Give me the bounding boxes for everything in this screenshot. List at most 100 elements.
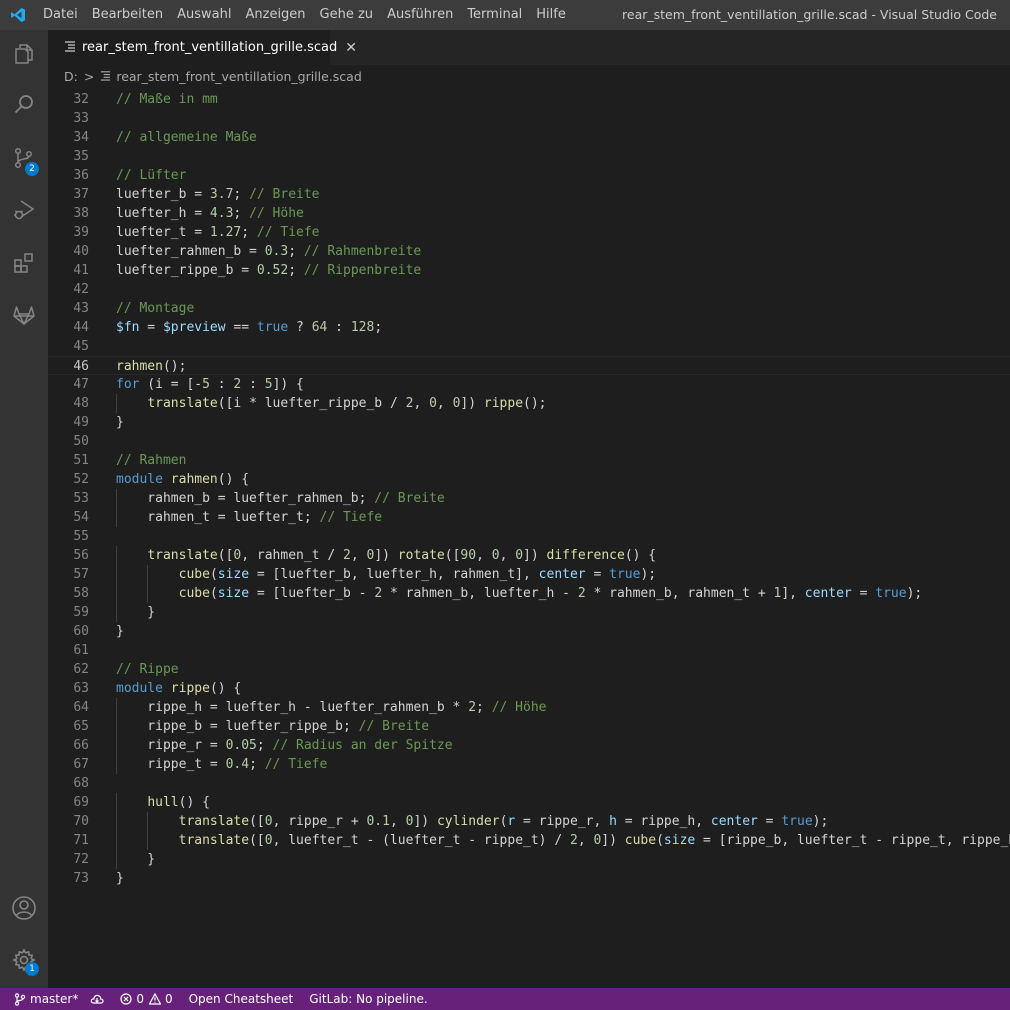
code-line[interactable]: 38 luefter_h = 4.3; // Höhe [48,204,1010,223]
code-token: ; [374,320,383,335]
code-line[interactable]: 51 // Rahmen [48,451,1010,470]
code-line[interactable]: 41 luefter_rippe_b = 0.52; // Rippenbreit… [48,261,1010,280]
code-text: rahmen_t = luefter_t; // Tiefe [116,508,382,527]
code-line[interactable]: 69 hull() { [48,793,1010,812]
code-line[interactable]: 68 [48,774,1010,793]
code-token: = [rippe_b, luefter_t - rippe_t, rippe_h… [695,833,1010,848]
code-line[interactable]: 46 rahmen(); [48,356,1010,375]
code-line[interactable]: 61 [48,641,1010,660]
code-token: , [577,833,594,848]
code-text: rippe_b = luefter_rippe_b; // Breite [116,717,429,736]
code-line[interactable]: 43 // Montage [48,299,1010,318]
code-token: ([i * luefter_rippe_b / [217,396,406,411]
code-token: // Rahmen [116,453,187,468]
code-line[interactable]: 72 } [48,850,1010,869]
code-line[interactable]: 40 luefter_rahmen_b = 0.3; // Rahmenbreit… [48,242,1010,261]
code-line[interactable]: 52 module rahmen() { [48,470,1010,489]
code-line[interactable]: 39 luefter_t = 1.27; // Tiefe [48,223,1010,242]
code-token: ([ [217,548,234,563]
status-problems[interactable]: 0 0 [114,988,178,1010]
code-line[interactable]: 54 rahmen_t = luefter_t; // Tiefe [48,508,1010,527]
code-line[interactable]: 32 // Maße in mm [48,90,1010,109]
menu-bearbeiten[interactable]: Bearbeiten [85,0,170,30]
code-line[interactable]: 65 rippe_b = luefter_rippe_b; // Breite [48,717,1010,736]
account-icon[interactable] [0,884,48,932]
breadcrumb-file[interactable]: rear_stem_front_ventillation_grille.scad [116,69,361,84]
tab-close-icon[interactable]: ✕ [345,40,357,56]
menu-datei[interactable]: Datei [36,0,85,30]
code-token: ; [288,263,304,278]
line-number: 71 [73,833,89,848]
code-line[interactable]: 53 rahmen_b = luefter_rahmen_b; // Breit… [48,489,1010,508]
code-line[interactable]: 47 for (i = [-5 : 2 : 5]) { [48,375,1010,394]
code-line[interactable]: 45 [48,337,1010,356]
code-text: } [116,603,155,622]
code-token: () { [624,548,657,563]
code-token: ; [249,757,265,772]
code-line[interactable]: 67 rippe_t = 0.4; // Tiefe [48,755,1010,774]
menu-terminal[interactable]: Terminal [460,0,529,30]
code-line[interactable]: 34 // allgemeine Maße [48,128,1010,147]
status-branch[interactable]: master* [0,988,84,1010]
code-line[interactable]: 66 rippe_r = 0.05; // Radius an der Spit… [48,736,1010,755]
menu-hilfe[interactable]: Hilfe [529,0,573,30]
code-line[interactable]: 48 translate([i * luefter_rippe_b / 2, 0… [48,394,1010,413]
code-text: translate([0, rahmen_t / 2, 0]) rotate([… [116,546,656,565]
code-token: } [116,415,124,430]
line-number: 53 [73,491,89,506]
code-token: ]) { [272,377,304,392]
extensions-icon[interactable] [0,239,48,287]
code-text: luefter_rahmen_b = 0.3; // Rahmenbreite [116,242,421,261]
menu-gehe-zu[interactable]: Gehe zu [313,0,381,30]
status-gitlab-pipeline[interactable]: GitLab: No pipeline. [299,988,433,1010]
code-text: } [116,850,155,869]
code-line[interactable]: 56 translate([0, rahmen_t / 2, 0]) rotat… [48,546,1010,565]
code-token: () { [209,681,242,696]
code-line[interactable]: 57 cube(size = [luefter_b, luefter_h, ra… [48,565,1010,584]
code-token: 0.52 [256,263,289,278]
code-token: rippe_t = [116,757,226,772]
code-token: = rippe_r, [515,814,610,829]
search-icon[interactable] [0,80,48,128]
code-token: center [804,586,852,601]
settings-gear-icon[interactable]: 1 [0,936,48,984]
code-token: luefter_b = [116,187,210,202]
code-line[interactable]: 59 } [48,603,1010,622]
code-line[interactable]: 70 translate([0, rippe_r + 0.1, 0]) cyli… [48,812,1010,831]
code-token: , rippe_r + [272,814,367,829]
code-line[interactable]: 50 [48,432,1010,451]
git-branch-icon [14,992,26,1006]
menu-ausfuehren[interactable]: Ausführen [380,0,460,30]
run-debug-icon[interactable] [0,186,48,234]
status-open-cheatsheet[interactable]: Open Cheatsheet [179,988,300,1010]
menu-auswahl[interactable]: Auswahl [170,0,238,30]
code-line[interactable]: 73} [48,869,1010,888]
code-line[interactable]: 62 // Rippe [48,660,1010,679]
code-line[interactable]: 71 translate([0, luefter_t - (luefter_t … [48,831,1010,850]
code-line[interactable]: 33 [48,109,1010,128]
code-line[interactable]: 49} [48,413,1010,432]
breadcrumb-drive[interactable]: D: [64,69,78,84]
status-sync[interactable] [84,988,114,1010]
code-token: // Breite [358,719,430,734]
menu-anzeigen[interactable]: Anzeigen [238,0,312,30]
code-editor[interactable]: 32 // Maße in mm 33 34 // allgemeine Maße 35 3… [48,87,1010,988]
code-token: // Montage [116,301,195,316]
tab-active-file[interactable]: rear_stem_front_ventillation_grille.scad… [48,30,357,65]
code-line[interactable]: 36 // Lüfter [48,166,1010,185]
code-line[interactable]: 37 luefter_b = 3.7; // Breite [48,185,1010,204]
code-line[interactable]: 42 [48,280,1010,299]
code-line[interactable]: 64 rippe_h = luefter_h - luefter_rahmen_… [48,698,1010,717]
code-token: translate [178,833,250,848]
line-number: 73 [73,871,89,886]
code-line[interactable]: 44 $fn = $preview == true ? 64 : 128; [48,318,1010,337]
source-control-icon[interactable]: 2 [0,134,48,182]
code-line[interactable]: 63 module rippe() { [48,679,1010,698]
code-line[interactable]: 35 [48,147,1010,166]
gitlab-icon[interactable] [0,291,48,339]
code-line[interactable]: 60} [48,622,1010,641]
code-line[interactable]: 55 [48,527,1010,546]
code-line[interactable]: 58 cube(size = [luefter_b - 2 * rahmen_b… [48,584,1010,603]
explorer-icon[interactable] [0,30,48,78]
